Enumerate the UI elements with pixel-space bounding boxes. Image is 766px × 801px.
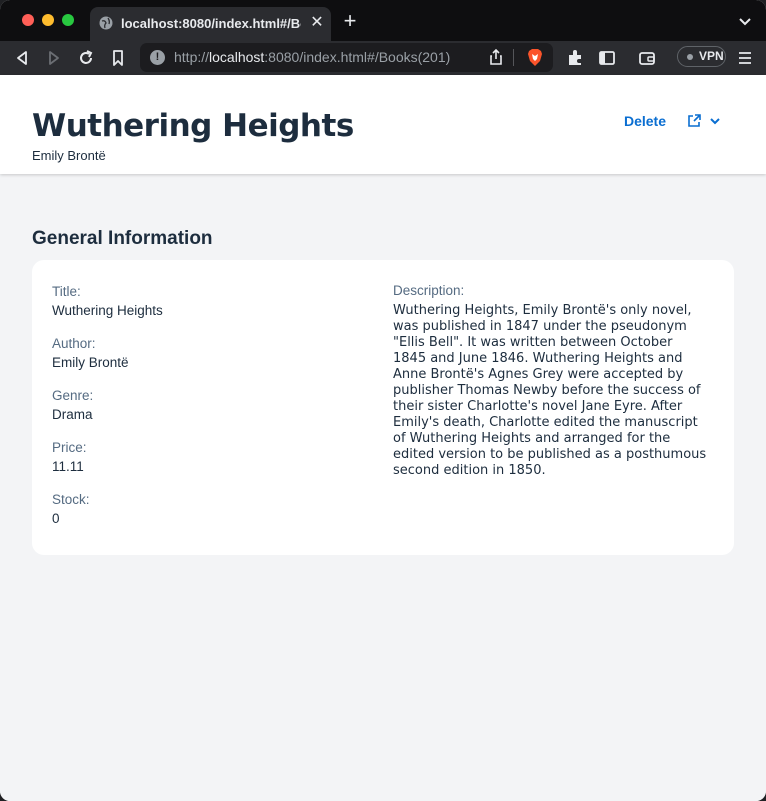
zoom-window-button[interactable] (62, 14, 74, 26)
genre-label: Genre: (52, 388, 94, 403)
share-icon (688, 114, 701, 127)
menu-icon[interactable] (735, 48, 755, 68)
url-text[interactable]: http://localhost:8080/index.html#/Books(… (174, 49, 474, 67)
title-value: Wuthering Heights (52, 303, 163, 318)
chevron-down-icon[interactable] (736, 12, 754, 30)
tab-strip: localhost:8080/index.html#/Books(201) ✕ … (0, 0, 766, 41)
title-label: Title: (52, 284, 81, 299)
stock-value: 0 (52, 511, 60, 526)
sidebar-icon[interactable] (597, 48, 617, 68)
object-page-header: Wuthering Heights Emily Brontë Delete (0, 75, 766, 174)
site-info-icon[interactable]: ! (150, 50, 165, 65)
share-menu-button[interactable] (682, 108, 726, 134)
forward-icon[interactable] (44, 48, 64, 68)
price-value: 11.11 (52, 459, 84, 474)
wallet-icon[interactable] (637, 48, 657, 68)
globe-icon (99, 16, 113, 30)
close-window-button[interactable] (22, 14, 34, 26)
new-tab-button[interactable]: + (340, 10, 360, 32)
chevron-down-icon (710, 118, 720, 125)
description-label: Description: (393, 283, 465, 298)
genre-value: Drama (52, 407, 93, 422)
tab-title: localhost:8080/index.html#/Books(201) (121, 16, 301, 31)
author-label: Author: (52, 336, 96, 351)
tab-active[interactable]: localhost:8080/index.html#/Books(201) ✕ (90, 7, 331, 41)
bookmark-icon[interactable] (108, 48, 128, 68)
vpn-button[interactable]: VPN (677, 46, 726, 67)
back-icon[interactable] (12, 48, 32, 68)
extensions-icon[interactable] (565, 48, 585, 68)
section-title: General Information (32, 228, 213, 249)
tab-close-icon[interactable]: ✕ (309, 13, 325, 33)
vpn-status-icon (687, 54, 693, 60)
vpn-label: VPN (699, 49, 724, 63)
reload-icon[interactable] (76, 48, 96, 68)
author-value: Emily Brontë (52, 355, 129, 370)
share-icon[interactable] (487, 48, 505, 66)
general-information-card: Title: Wuthering Heights Author: Emily B… (32, 260, 734, 555)
browser-toolbar: ! http://localhost:8080/index.html#/Book… (0, 41, 766, 75)
address-bar[interactable]: ! http://localhost:8080/index.html#/Book… (140, 43, 553, 72)
minimize-window-button[interactable] (42, 14, 54, 26)
brave-shields-icon[interactable] (526, 48, 544, 67)
address-bar-divider (513, 49, 514, 66)
delete-button[interactable]: Delete (614, 108, 676, 134)
price-label: Price: (52, 440, 87, 455)
description-value: Wuthering Heights, Emily Brontë's only n… (393, 303, 707, 478)
stock-label: Stock: (52, 492, 90, 507)
page-content: Wuthering Heights Emily Brontë Delete Ge… (0, 75, 766, 801)
page-title: Wuthering Heights (32, 108, 354, 144)
browser-window: localhost:8080/index.html#/Books(201) ✕ … (0, 0, 766, 801)
page-subtitle: Emily Brontë (32, 148, 106, 163)
